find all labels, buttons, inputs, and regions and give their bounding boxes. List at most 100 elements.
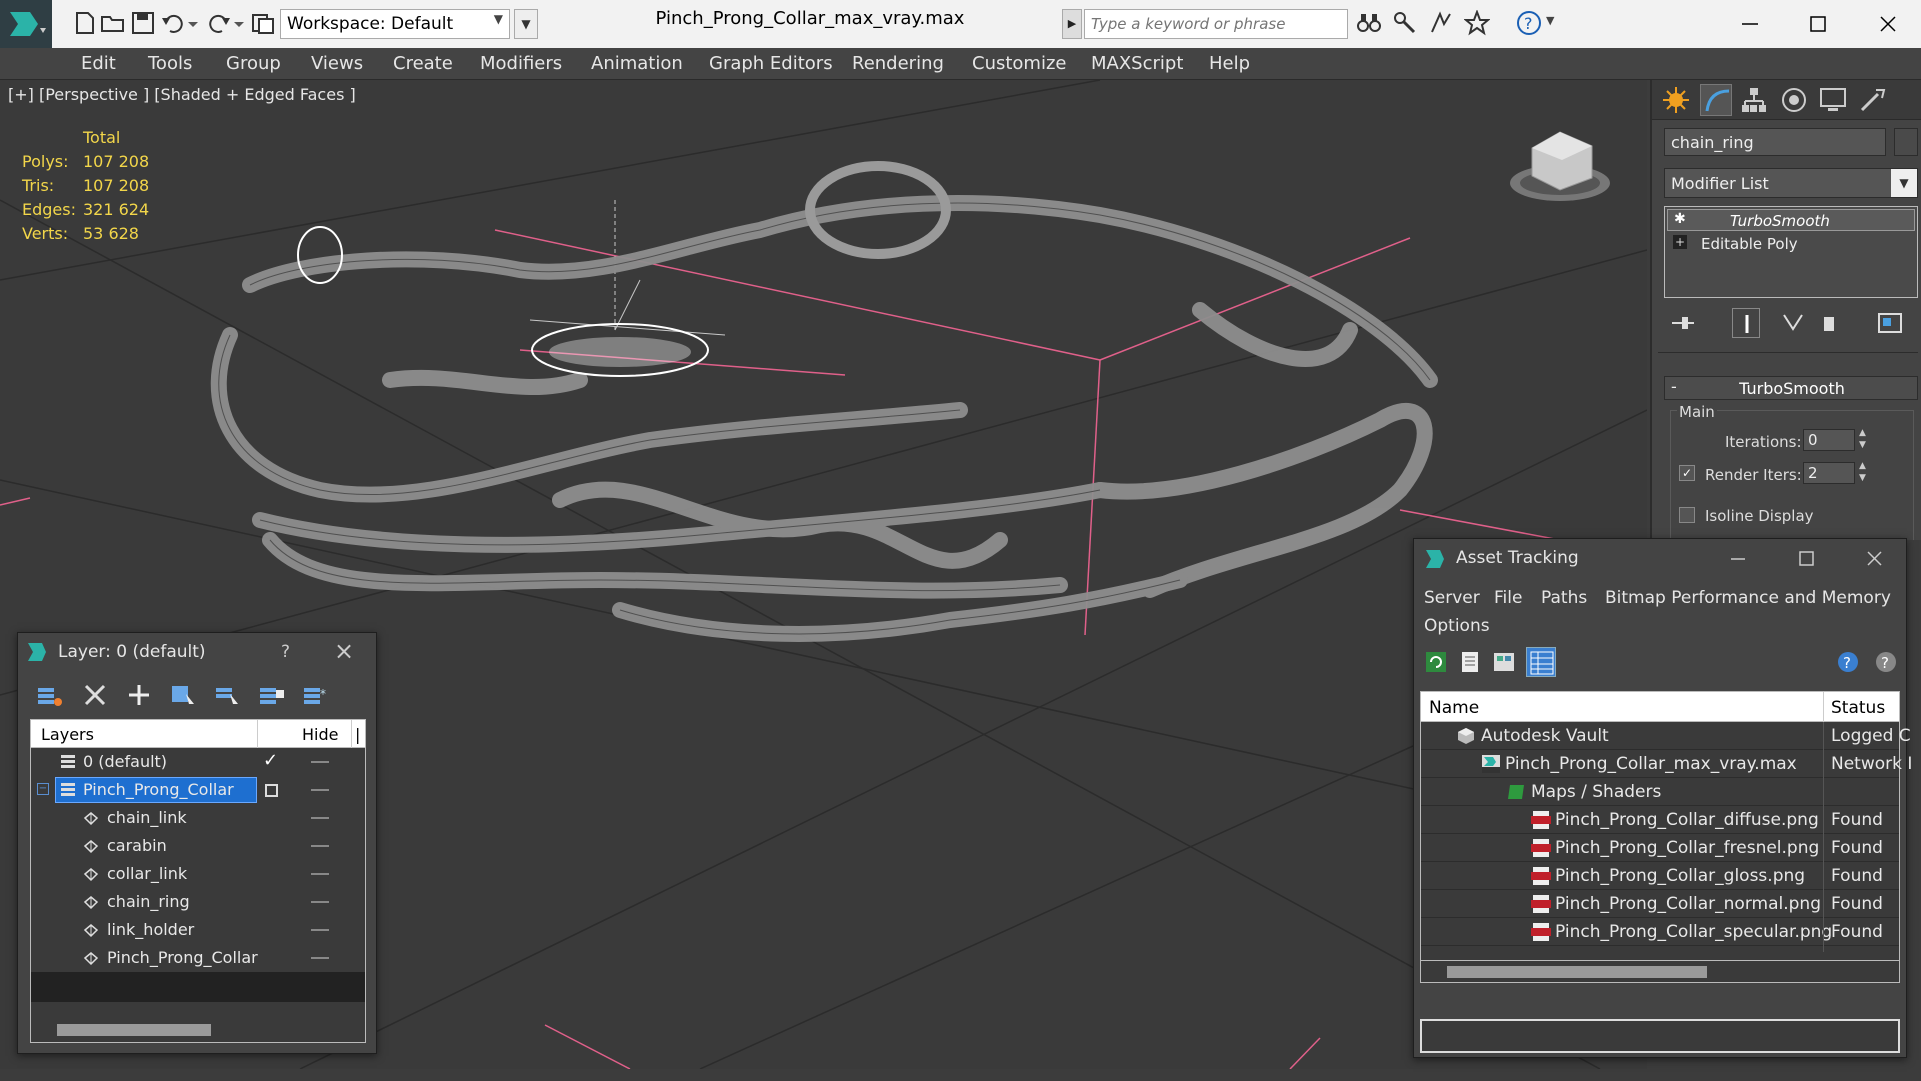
binoculars-icon[interactable] bbox=[1356, 10, 1382, 36]
hide-unhide-all-layers-icon[interactable] bbox=[258, 682, 286, 708]
search-input[interactable] bbox=[1084, 9, 1348, 39]
horizontal-scrollbar[interactable] bbox=[1421, 960, 1899, 982]
project-folder-icon[interactable] bbox=[250, 10, 276, 36]
menu-modifiers[interactable]: Modifiers bbox=[480, 48, 562, 80]
object-color-swatch[interactable] bbox=[1894, 128, 1918, 156]
asset-row[interactable]: Maps / Shaders bbox=[1421, 778, 1899, 806]
hide-toggle[interactable] bbox=[311, 817, 329, 819]
object-row[interactable]: chain_link bbox=[31, 804, 365, 832]
asset-row[interactable]: Pinch_Prong_Collar_max_vray.max Network … bbox=[1421, 750, 1912, 778]
hide-toggle[interactable] bbox=[311, 845, 329, 847]
menu-graph-editors[interactable]: Graph Editors bbox=[709, 48, 833, 80]
render-iters-checkbox[interactable]: ✓ bbox=[1679, 465, 1695, 481]
hide-toggle[interactable] bbox=[311, 873, 329, 875]
stack-item-turbosmooth[interactable]: ✱ TurboSmooth bbox=[1667, 209, 1915, 231]
new-file-icon[interactable] bbox=[72, 10, 98, 36]
search-expand-button[interactable]: ▶ bbox=[1062, 9, 1082, 39]
asset-row[interactable]: Pinch_Prong_Collar_specular.png Found bbox=[1421, 918, 1899, 946]
set-current-layer-box[interactable] bbox=[265, 784, 278, 797]
scrollbar-thumb[interactable] bbox=[57, 1024, 211, 1036]
motion-tab-icon[interactable] bbox=[1780, 86, 1808, 114]
minimize-button[interactable] bbox=[1730, 8, 1770, 40]
modify-tab-icon[interactable] bbox=[1700, 84, 1732, 116]
select-objects-in-layer-icon[interactable] bbox=[170, 682, 198, 708]
help-icon[interactable]: ? bbox=[1834, 649, 1862, 675]
column-header-status[interactable]: Status bbox=[1831, 698, 1885, 718]
horizontal-scrollbar[interactable] bbox=[31, 1016, 365, 1042]
create-tab-icon[interactable] bbox=[1662, 86, 1690, 114]
hide-toggle[interactable] bbox=[311, 901, 329, 903]
minimize-button[interactable] bbox=[1720, 545, 1756, 573]
favorites-star-icon[interactable] bbox=[1463, 9, 1491, 36]
app-logo-icon[interactable] bbox=[0, 0, 52, 48]
object-name-field[interactable] bbox=[1664, 128, 1886, 156]
object-row[interactable]: collar_link bbox=[31, 860, 365, 888]
help-icon[interactable]: ? bbox=[1516, 10, 1542, 36]
render-iters-spinner-field[interactable] bbox=[1803, 462, 1855, 484]
utilities-tab-icon[interactable] bbox=[1858, 86, 1886, 114]
asset-menu-file[interactable]: File bbox=[1494, 588, 1522, 608]
menu-edit[interactable]: Edit bbox=[81, 48, 116, 80]
asset-window-titlebar[interactable]: Asset Tracking bbox=[1414, 539, 1906, 579]
menu-help[interactable]: Help bbox=[1209, 48, 1250, 80]
menu-rendering[interactable]: Rendering bbox=[852, 48, 944, 80]
expand-plus-icon[interactable]: + bbox=[1673, 235, 1687, 249]
menu-tools[interactable]: Tools bbox=[148, 48, 192, 80]
close-button[interactable] bbox=[1868, 8, 1908, 40]
undo-dropdown-icon[interactable] bbox=[186, 10, 200, 36]
help-button[interactable]: ? bbox=[281, 642, 290, 662]
object-row[interactable]: link_holder bbox=[31, 916, 365, 944]
maximize-button[interactable] bbox=[1788, 545, 1824, 573]
list-view-icon[interactable] bbox=[1458, 650, 1482, 674]
table-view-icon[interactable] bbox=[1526, 647, 1556, 677]
hide-toggle[interactable] bbox=[311, 789, 329, 791]
asset-row[interactable]: Pinch_Prong_Collar_fresnel.png Found bbox=[1421, 834, 1899, 862]
lightbulb-icon[interactable]: ✱ bbox=[1674, 211, 1686, 227]
pin-stack-icon[interactable] bbox=[1670, 311, 1696, 335]
collapse-minus-icon[interactable]: − bbox=[37, 783, 49, 795]
menu-views[interactable]: Views bbox=[311, 48, 363, 80]
column-header-freeze[interactable]: | bbox=[355, 725, 360, 744]
menu-create[interactable]: Create bbox=[393, 48, 453, 80]
hide-toggle[interactable] bbox=[311, 761, 329, 763]
current-layer-check-icon[interactable]: ✓ bbox=[263, 750, 278, 771]
create-layer-icon[interactable] bbox=[36, 682, 64, 708]
show-end-result-icon[interactable] bbox=[1732, 308, 1760, 338]
spinner-arrows-icon[interactable]: ▲ ▼ bbox=[1859, 460, 1866, 484]
column-header-name[interactable]: Name bbox=[1429, 698, 1479, 718]
communication-center-icon[interactable] bbox=[1428, 10, 1454, 36]
delete-layer-icon[interactable] bbox=[82, 682, 108, 708]
spinner-arrows-icon[interactable]: ▲ ▼ bbox=[1859, 427, 1866, 451]
asset-menu-paths[interactable]: Paths bbox=[1541, 588, 1587, 608]
redo-dropdown-icon[interactable] bbox=[232, 10, 246, 36]
maximize-button[interactable] bbox=[1798, 8, 1838, 40]
iterations-spinner-field[interactable] bbox=[1803, 429, 1855, 451]
help-dropdown-icon[interactable]: ▼ bbox=[1546, 14, 1554, 27]
add-to-layer-icon[interactable] bbox=[126, 682, 152, 708]
modifier-list-dropdown[interactable]: Modifier List ▼ bbox=[1664, 168, 1918, 198]
object-row[interactable]: chain_ring bbox=[31, 888, 365, 916]
undo-icon[interactable] bbox=[160, 10, 186, 36]
redo-icon[interactable] bbox=[206, 10, 232, 36]
asset-row[interactable]: Pinch_Prong_Collar_gloss.png Found bbox=[1421, 862, 1899, 890]
close-icon[interactable]: × bbox=[334, 637, 354, 665]
asset-row[interactable]: Autodesk Vault Logged C bbox=[1421, 722, 1911, 750]
menu-group[interactable]: Group bbox=[226, 48, 281, 80]
layer-row[interactable]: 0 (default) ✓ bbox=[31, 748, 365, 776]
layer-window-titlebar[interactable]: Layer: 0 (default) ? × bbox=[18, 633, 376, 671]
object-row[interactable]: Pinch_Prong_Collar bbox=[31, 944, 365, 972]
view-cube[interactable] bbox=[1510, 131, 1610, 201]
key-tool-icon[interactable] bbox=[1392, 10, 1418, 36]
display-tab-icon[interactable] bbox=[1818, 86, 1848, 114]
asset-menu-bitmap-performance[interactable]: Bitmap Performance and Memory bbox=[1605, 588, 1891, 608]
object-row[interactable]: carabin bbox=[31, 832, 365, 860]
column-header-hide[interactable]: Hide bbox=[302, 725, 338, 744]
configure-modifier-sets-icon[interactable] bbox=[1876, 311, 1904, 335]
workspace-select[interactable]: Workspace: Default ▼ bbox=[280, 9, 510, 39]
quick-access-menu-button[interactable]: ▼ bbox=[514, 9, 538, 39]
asset-menu-options[interactable]: Options bbox=[1424, 616, 1490, 636]
asset-menu-server[interactable]: Server bbox=[1424, 588, 1480, 608]
make-unique-icon[interactable] bbox=[1780, 311, 1806, 335]
viewport-label[interactable]: [+] [Perspective ] [Shaded + Edged Faces… bbox=[8, 85, 356, 104]
context-help-icon[interactable]: ? bbox=[1872, 649, 1900, 675]
